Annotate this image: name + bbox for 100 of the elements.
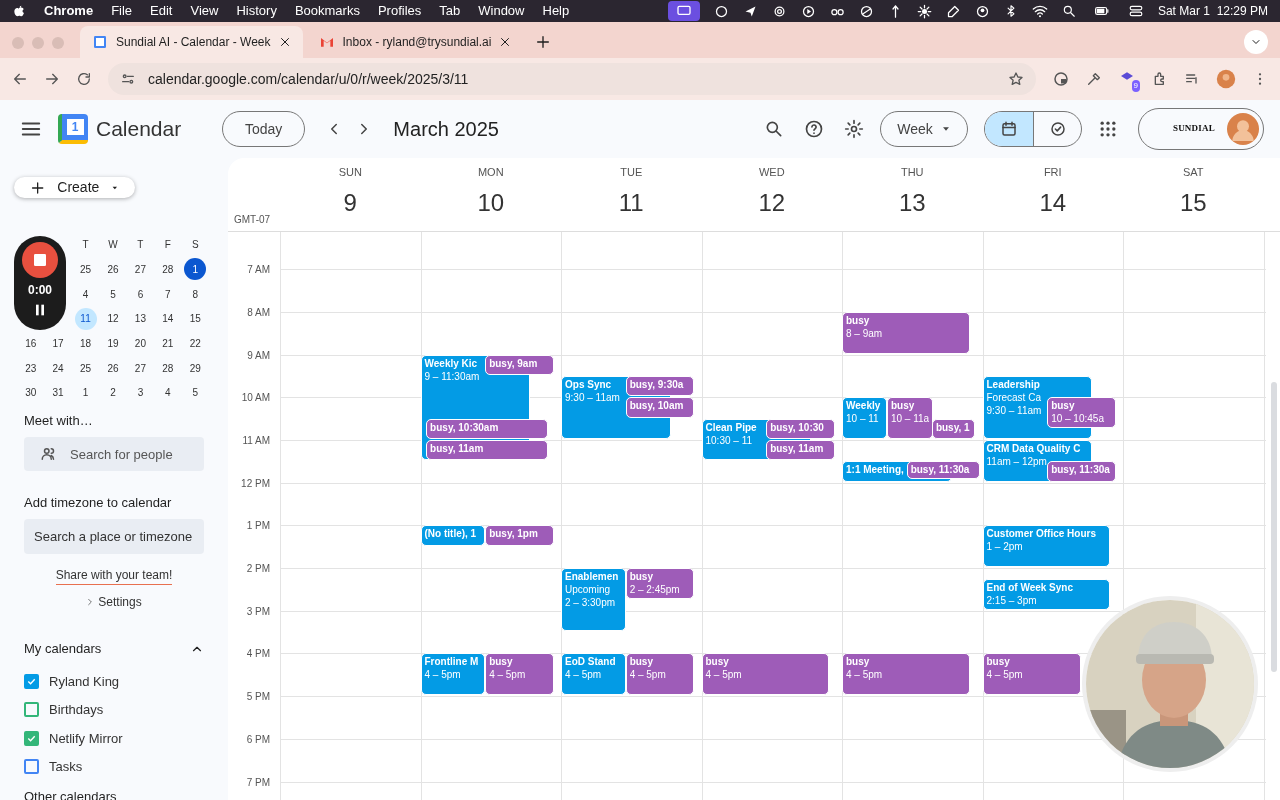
day-number[interactable]: 12 <box>758 184 786 221</box>
checkbox[interactable] <box>24 673 39 689</box>
mini-calendar-day[interactable]: 4 <box>156 381 179 404</box>
mini-calendar-day[interactable]: 5 <box>184 381 207 404</box>
mini-calendar-day[interactable]: 19 <box>102 332 124 355</box>
people-search-field[interactable]: Search for people <box>70 437 188 472</box>
browser-tab[interactable]: Sundial AI - Calendar - Week <box>80 26 303 58</box>
calendar-event[interactable]: busy, 11am <box>766 439 835 461</box>
eyedropper-icon[interactable] <box>1086 71 1102 87</box>
calendar-event[interactable]: busy 4 – 5pm <box>625 653 695 696</box>
mini-calendar-day[interactable]: 17 <box>47 332 70 355</box>
search-icon[interactable] <box>1061 4 1076 18</box>
calendar-list-item[interactable]: Ryland King <box>24 667 204 696</box>
day-number[interactable]: 11 <box>618 184 644 221</box>
menu-item[interactable]: Bookmarks <box>294 1 360 21</box>
control-center-icon[interactable] <box>1127 4 1144 18</box>
mini-calendar-day[interactable]: 27 <box>129 357 152 380</box>
menu-item[interactable]: Window <box>478 1 525 21</box>
mini-calendar-day[interactable]: 15 <box>184 307 207 330</box>
checkbox[interactable] <box>24 730 39 746</box>
menu-item[interactable]: Help <box>542 1 570 21</box>
mini-calendar-day[interactable]: 18 <box>74 332 97 355</box>
calendar-list-item[interactable]: Tasks <box>24 752 204 782</box>
help-icon[interactable] <box>804 119 824 139</box>
calendar-event[interactable]: busy, 10:30 <box>766 418 835 439</box>
day-number[interactable]: 13 <box>898 184 926 221</box>
day-number[interactable]: 10 <box>477 184 505 221</box>
menu-item[interactable]: View <box>190 1 219 21</box>
menu-item[interactable]: Tab <box>439 1 461 21</box>
app-menu[interactable]: Chrome <box>44 1 94 21</box>
apps-icon[interactable] <box>1098 119 1118 139</box>
status-icon[interactable] <box>713 3 729 19</box>
mini-calendar-day[interactable]: 28 <box>156 357 179 380</box>
calendar-view-button[interactable] <box>985 112 1033 146</box>
sun-icon[interactable] <box>916 3 932 19</box>
day-number[interactable]: 14 <box>1039 184 1067 221</box>
calendar-list-item[interactable]: Birthdays <box>24 695 204 725</box>
mini-calendar-day[interactable]: 6 <box>129 283 152 306</box>
menu-item[interactable]: File <box>111 1 133 21</box>
mini-calendar-day[interactable]: 1 <box>74 381 97 404</box>
calendar-event[interactable]: busy 10 – 10:45a <box>1047 397 1116 429</box>
day-number[interactable]: 15 <box>1179 184 1207 221</box>
calendar-event[interactable]: busy, 11:30a <box>906 461 980 479</box>
mini-calendar-day[interactable]: 13 <box>129 307 152 330</box>
calendar-event[interactable]: busy 4 – 5pm <box>701 653 830 696</box>
mini-calendar-day[interactable]: 28 <box>156 258 179 281</box>
calendar-event[interactable]: busy, 10:30am <box>426 418 549 439</box>
calendar-event[interactable]: busy, 9am <box>485 354 554 375</box>
star-icon[interactable] <box>1008 71 1024 87</box>
back-icon[interactable] <box>12 71 28 87</box>
calendar-list-item[interactable]: Netlify Mirror <box>24 724 204 753</box>
mini-calendar-day[interactable]: 14 <box>156 307 179 330</box>
calendar-event[interactable]: busy, 11:30a <box>1047 461 1116 482</box>
menu-item[interactable]: History <box>236 1 277 21</box>
mini-calendar-day[interactable]: 27 <box>129 258 152 281</box>
menu-bar-clock[interactable]: Sat Mar 1 12:29 PM <box>1157 2 1268 20</box>
share-link[interactable]: Share with your team! <box>55 566 173 586</box>
day-number[interactable]: 9 <box>343 184 357 221</box>
plus-icon[interactable] <box>535 34 552 50</box>
mini-calendar-day[interactable]: 25 <box>74 357 97 380</box>
mini-calendar-day[interactable]: 24 <box>47 357 70 380</box>
calendar-event[interactable]: busy 4 – 5pm <box>842 653 970 696</box>
calendar-event[interactable]: busy 4 – 5pm <box>485 653 554 696</box>
mini-calendar-day[interactable]: 12 <box>102 307 124 330</box>
mini-calendar-day[interactable]: 21 <box>156 332 179 355</box>
mini-calendar-day[interactable]: 8 <box>184 283 207 306</box>
calendar-event[interactable]: busy, 10am <box>625 397 695 418</box>
address-bar[interactable]: calendar.google.com/calendar/u/0/r/week/2025/3/11 <box>108 63 1036 95</box>
calendar-event[interactable]: busy, 1pm <box>485 525 554 546</box>
mini-calendar-day[interactable]: 30 <box>19 381 42 404</box>
mini-calendar-day[interactable]: 5 <box>102 283 124 306</box>
play-icon[interactable] <box>800 3 816 19</box>
calendar-event[interactable]: busy, 11am <box>426 439 549 461</box>
mini-calendar-day[interactable]: 11 <box>74 307 97 330</box>
scrollbar[interactable] <box>1271 382 1277 672</box>
forward-icon[interactable] <box>44 71 60 87</box>
mini-calendar-day[interactable]: 29 <box>184 357 207 380</box>
mini-calendar-day[interactable]: 4 <box>74 283 97 306</box>
calendar-event[interactable]: busy 2 – 2:45pm <box>625 568 695 600</box>
mini-calendar-day[interactable]: 31 <box>47 381 70 404</box>
reload-icon[interactable] <box>76 71 92 87</box>
browser-tab[interactable]: Inbox - ryland@trysundial.ai <box>306 26 524 58</box>
mini-calendar-day[interactable]: 3 <box>129 381 152 404</box>
close-icon[interactable] <box>278 36 291 48</box>
blocked-icon[interactable] <box>858 3 874 19</box>
mini-calendar-day[interactable]: 25 <box>74 258 97 281</box>
mini-calendar-day[interactable]: 1 <box>184 258 207 281</box>
checkbox[interactable] <box>24 702 39 718</box>
people-search-box[interactable]: Search for people <box>24 437 204 472</box>
calendar-event[interactable]: busy, 9:30a <box>625 375 695 397</box>
mini-calendar-day[interactable]: 7 <box>156 283 179 306</box>
mini-calendar-day[interactable]: 23 <box>19 357 42 380</box>
mini-calendar-day[interactable]: 26 <box>102 258 124 281</box>
mini-calendar-day[interactable]: 2 <box>102 381 124 404</box>
settings-icon[interactable] <box>844 119 864 139</box>
calendar-event[interactable]: busy, 1 <box>931 418 976 439</box>
wifi-icon[interactable] <box>1031 3 1048 19</box>
create-button[interactable]: Create <box>14 177 135 198</box>
stop-button[interactable] <box>22 242 58 278</box>
search-icon[interactable] <box>764 119 784 139</box>
